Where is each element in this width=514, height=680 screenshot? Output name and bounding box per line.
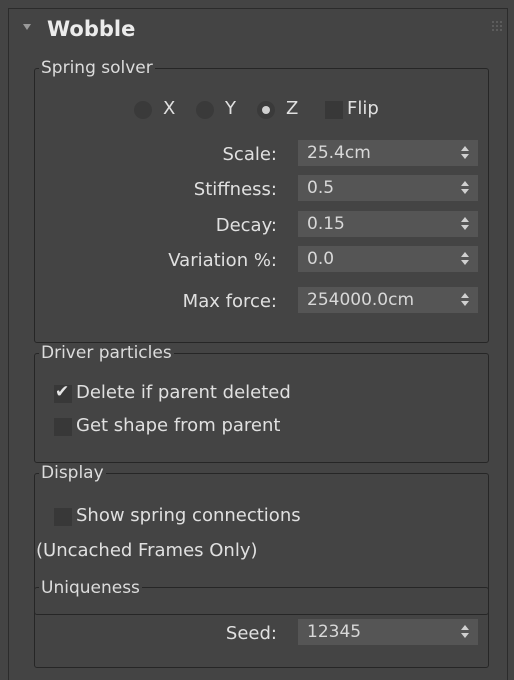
- stiffness-spinner[interactable]: 0.5: [298, 175, 478, 201]
- decay-label: Decay:: [215, 215, 277, 236]
- axis-radio-z[interactable]: Z: [257, 96, 317, 126]
- stiffness-value[interactable]: 0.5: [307, 178, 334, 198]
- variation-value[interactable]: 0.0: [307, 249, 334, 269]
- flip-checkbox-row[interactable]: Flip: [325, 96, 405, 126]
- display-label: Display: [39, 463, 106, 483]
- max-force-label: Max force:: [182, 291, 277, 312]
- max-force-value[interactable]: 254000.0cm: [307, 290, 414, 310]
- radio-x[interactable]: [134, 101, 152, 119]
- spinner-arrows-icon[interactable]: [461, 252, 471, 266]
- wobble-rollout: Wobble Spring solver X Y Z Flip Scale: 2…: [8, 8, 508, 680]
- get-shape-from-parent-label: Get shape from parent: [76, 415, 281, 436]
- show-spring-connections-label: Show spring connections: [76, 505, 301, 526]
- spring-solver-label: Spring solver: [39, 58, 155, 78]
- scale-label: Scale:: [222, 144, 278, 165]
- decay-spinner[interactable]: 0.15: [298, 211, 478, 237]
- checkmark-icon: ✔: [55, 382, 70, 402]
- collapse-arrow-icon[interactable]: [23, 24, 31, 30]
- flip-label: Flip: [347, 98, 379, 119]
- variation-spinner[interactable]: 0.0: [298, 246, 478, 272]
- show-spring-connections-checkbox[interactable]: [54, 508, 72, 526]
- axis-x-label: X: [163, 98, 176, 119]
- rollout-header[interactable]: Wobble: [9, 9, 507, 53]
- driver-particles-group: [34, 353, 489, 463]
- radio-y[interactable]: [196, 101, 214, 119]
- spinner-arrows-icon[interactable]: [461, 625, 471, 639]
- seed-label: Seed:: [225, 623, 277, 644]
- flip-checkbox[interactable]: [325, 101, 343, 119]
- spinner-arrows-icon[interactable]: [461, 181, 471, 195]
- decay-value[interactable]: 0.15: [307, 214, 345, 234]
- show-spring-connections-row[interactable]: Show spring connections: [54, 505, 344, 531]
- seed-value[interactable]: 12345: [307, 622, 361, 642]
- axis-y-label: Y: [225, 98, 236, 119]
- seed-spinner[interactable]: 12345: [298, 619, 478, 645]
- driver-particles-label: Driver particles: [39, 343, 174, 363]
- stiffness-label: Stiffness:: [193, 179, 277, 200]
- grip-icon[interactable]: [492, 21, 502, 31]
- axis-radio-y[interactable]: Y: [196, 96, 256, 126]
- get-shape-from-parent-row[interactable]: Get shape from parent: [54, 415, 334, 441]
- scale-value[interactable]: 25.4cm: [307, 143, 371, 163]
- get-shape-from-parent-checkbox[interactable]: [54, 418, 72, 436]
- delete-if-parent-deleted-label: Delete if parent deleted: [76, 382, 291, 403]
- uncached-frames-note: (Uncached Frames Only): [36, 540, 258, 561]
- radio-z[interactable]: [257, 101, 275, 119]
- scale-spinner[interactable]: 25.4cm: [298, 140, 478, 166]
- rollout-title[interactable]: Wobble: [47, 17, 135, 41]
- delete-if-parent-deleted-checkbox[interactable]: ✔: [54, 382, 72, 403]
- axis-radio-x[interactable]: X: [134, 96, 194, 126]
- max-force-spinner[interactable]: 254000.0cm: [298, 287, 478, 313]
- spinner-arrows-icon[interactable]: [461, 293, 471, 307]
- axis-z-label: Z: [286, 98, 299, 119]
- uniqueness-label: Uniqueness: [39, 578, 142, 598]
- variation-label: Variation %:: [168, 250, 277, 271]
- spinner-arrows-icon[interactable]: [461, 217, 471, 231]
- spinner-arrows-icon[interactable]: [461, 146, 471, 160]
- delete-if-parent-deleted-row[interactable]: ✔ Delete if parent deleted: [54, 382, 334, 408]
